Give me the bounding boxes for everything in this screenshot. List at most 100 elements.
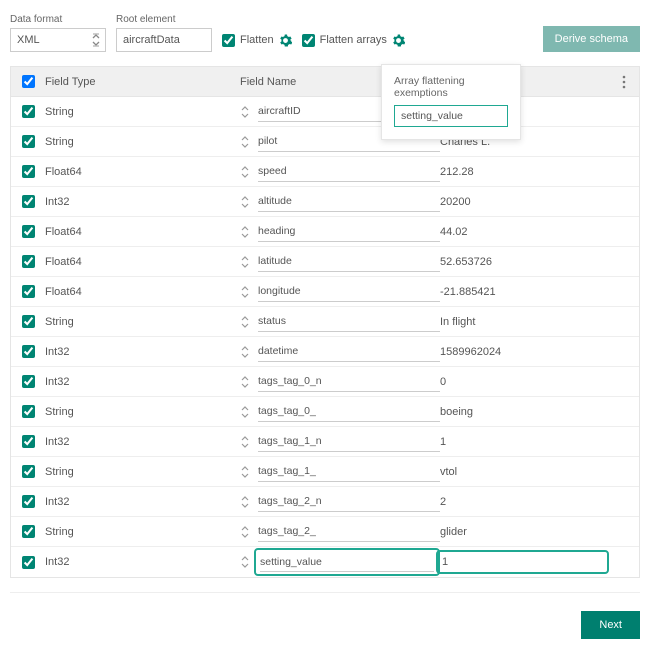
data-format-value: XML <box>17 34 40 46</box>
row-sample: glider <box>440 526 467 538</box>
popover-input[interactable]: setting_value <box>394 105 508 127</box>
sort-icon[interactable] <box>240 285 250 299</box>
row-checkbox[interactable] <box>22 525 35 538</box>
row-checkbox[interactable] <box>22 165 35 178</box>
sort-icon[interactable] <box>240 465 250 479</box>
sort-icon[interactable] <box>240 315 250 329</box>
table-row: Int32altitude20200 <box>11 187 639 217</box>
table-row: StringaircraftID <box>11 97 639 127</box>
sort-icon[interactable] <box>240 435 250 449</box>
row-name[interactable]: altitude <box>258 192 440 212</box>
row-sample: 1 <box>442 556 448 568</box>
row-checkbox[interactable] <box>22 225 35 238</box>
data-format-select[interactable]: XML <box>10 28 106 52</box>
row-checkbox[interactable] <box>22 495 35 508</box>
row-checkbox[interactable] <box>22 135 35 148</box>
row-sample: 212.28 <box>440 166 474 178</box>
root-element-input[interactable]: aircraftData <box>116 28 212 52</box>
more-menu[interactable] <box>609 75 639 89</box>
row-checkbox[interactable] <box>22 405 35 418</box>
next-button[interactable]: Next <box>581 611 640 639</box>
root-element-label: Root element <box>116 14 212 25</box>
row-checkbox[interactable] <box>22 105 35 118</box>
row-name[interactable]: tags_tag_2_ <box>258 522 440 542</box>
row-sample: 1589962024 <box>440 346 501 358</box>
row-type: Int32 <box>45 436 69 448</box>
sort-icon[interactable] <box>240 165 250 179</box>
select-all-checkbox[interactable] <box>22 75 35 88</box>
row-checkbox[interactable] <box>22 435 35 448</box>
row-sample: 1 <box>440 436 446 448</box>
sort-icon[interactable] <box>240 105 250 119</box>
flatten-arrays-label: Flatten arrays <box>320 34 387 46</box>
row-type: String <box>45 466 74 478</box>
row-name[interactable]: datetime <box>258 342 440 362</box>
row-checkbox[interactable] <box>22 375 35 388</box>
row-type: String <box>45 406 74 418</box>
row-name[interactable]: heading <box>258 222 440 242</box>
table-row: Float64 speed212.28 <box>11 157 639 187</box>
popover-title: Array flattening exemptions <box>394 75 508 99</box>
derive-schema-button[interactable]: Derive schema <box>543 26 640 52</box>
row-sample: 0 <box>440 376 446 388</box>
row-name[interactable]: tags_tag_2_n <box>258 492 440 512</box>
data-format-label: Data format <box>10 14 106 25</box>
row-type: String <box>45 316 74 328</box>
gear-icon[interactable] <box>392 34 405 47</box>
row-sample: 52.653726 <box>440 256 492 268</box>
flatten-checkbox[interactable] <box>222 34 235 47</box>
row-type: Float64 <box>45 166 82 178</box>
flatten-checkbox-wrap[interactable]: Flatten <box>222 28 292 52</box>
row-checkbox[interactable] <box>22 315 35 328</box>
row-name[interactable]: tags_tag_0_ <box>258 402 440 422</box>
flatten-label: Flatten <box>240 34 274 46</box>
col-field-type: Field Type <box>45 76 96 88</box>
row-checkbox[interactable] <box>22 285 35 298</box>
table-row: Stringtags_tag_1_vtol <box>11 457 639 487</box>
row-name[interactable]: setting_value <box>260 552 434 572</box>
row-sample: 44.02 <box>440 226 468 238</box>
row-checkbox[interactable] <box>22 465 35 478</box>
row-name[interactable]: speed <box>258 162 440 182</box>
row-sample: 2 <box>440 496 446 508</box>
sort-icon[interactable] <box>240 555 250 569</box>
table-row: StringstatusIn flight <box>11 307 639 337</box>
row-sample: -21.885421 <box>440 286 496 298</box>
sort-icon[interactable] <box>240 255 250 269</box>
row-type: String <box>45 136 74 148</box>
row-type: Float64 <box>45 286 82 298</box>
popover-input-value: setting_value <box>401 110 463 122</box>
sort-icon[interactable] <box>240 345 250 359</box>
row-name[interactable]: tags_tag_0_n <box>258 372 440 392</box>
sort-icon[interactable] <box>240 495 250 509</box>
schema-table: Field Type Field Name StringaircraftIDSt… <box>10 66 640 578</box>
row-sample: 20200 <box>440 196 471 208</box>
sort-icon[interactable] <box>240 405 250 419</box>
flatten-arrays-checkbox-wrap[interactable]: Flatten arrays <box>302 28 405 52</box>
row-name[interactable]: tags_tag_1_ <box>258 462 440 482</box>
sort-icon[interactable] <box>240 195 250 209</box>
row-checkbox[interactable] <box>22 556 35 569</box>
row-checkbox[interactable] <box>22 345 35 358</box>
row-sample: boeing <box>440 406 473 418</box>
row-checkbox[interactable] <box>22 255 35 268</box>
sort-icon[interactable] <box>240 525 250 539</box>
sort-icon[interactable] <box>240 135 250 149</box>
table-row: Float64 longitude-21.885421 <box>11 277 639 307</box>
col-field-name: Field Name <box>240 76 296 88</box>
flatten-arrays-checkbox[interactable] <box>302 34 315 47</box>
root-element-value: aircraftData <box>123 34 180 46</box>
table-header: Field Type Field Name <box>11 67 639 97</box>
table-row: Float64heading44.02 <box>11 217 639 247</box>
row-name[interactable]: status <box>258 312 440 332</box>
row-name[interactable]: longitude <box>258 282 440 302</box>
sort-icon[interactable] <box>240 375 250 389</box>
sort-icon[interactable] <box>240 225 250 239</box>
row-type: String <box>45 106 74 118</box>
row-name[interactable]: latitude <box>258 252 440 272</box>
table-row: Int32datetime1589962024 <box>11 337 639 367</box>
table-row: Float64latitude52.653726 <box>11 247 639 277</box>
row-name[interactable]: tags_tag_1_n <box>258 432 440 452</box>
gear-icon[interactable] <box>279 34 292 47</box>
row-checkbox[interactable] <box>22 195 35 208</box>
